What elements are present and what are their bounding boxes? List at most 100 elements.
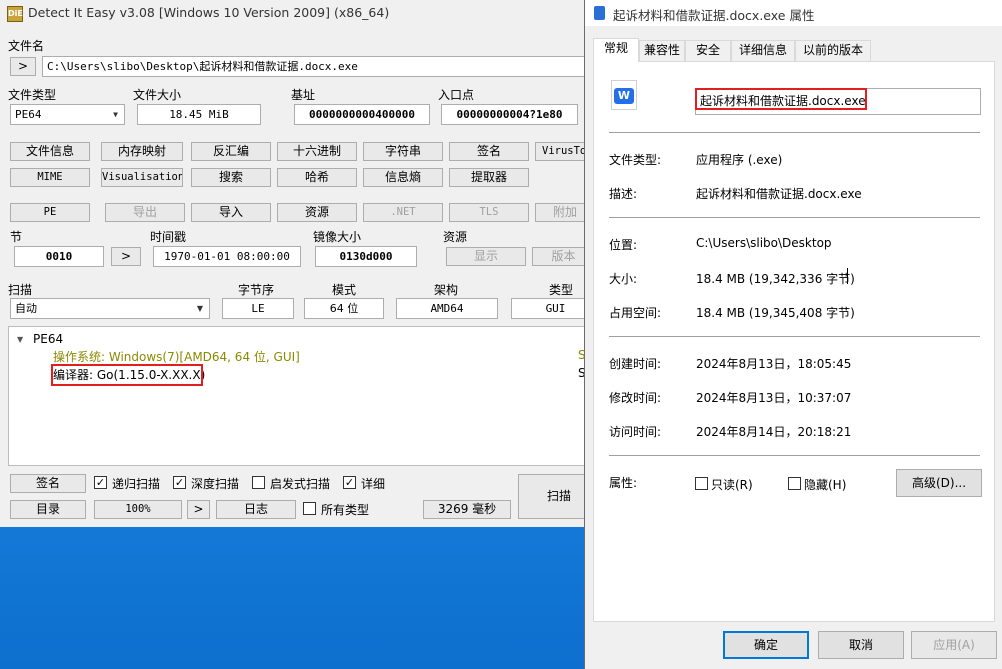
modified-value: 2024年8月13日，10:37:07 <box>696 391 852 405</box>
signature-button[interactable]: 签名 <box>10 474 86 493</box>
zoom-arrow-button[interactable]: > <box>187 500 210 519</box>
separator <box>609 455 980 456</box>
endian-field: LE <box>222 298 294 319</box>
document-icon <box>594 6 605 20</box>
hash-button[interactable]: 哈希 <box>277 168 357 187</box>
heuristic-scan-label: 启发式扫描 <box>270 477 331 491</box>
readonly-checkbox[interactable] <box>695 477 708 490</box>
file-name-label: 文件名 <box>8 39 45 53</box>
dotnet-button[interactable]: .NET <box>363 203 443 222</box>
die-titlebar: DiE Detect It Easy v3.08 [Windows 10 Ver… <box>0 0 600 26</box>
general-tab-panel: W 起诉材料和借款证据.docx.exe 文件类型: 应用程序 (.exe) 描… <box>593 61 995 622</box>
heuristic-scan-checkbox[interactable] <box>252 476 265 489</box>
description-value: 起诉材料和借款证据.docx.exe <box>696 187 862 201</box>
verbose-checkbox[interactable]: ✓ <box>343 476 356 489</box>
base-label: 基址 <box>291 88 316 102</box>
accessed-label: 访问时间: <box>609 425 662 439</box>
tls-button[interactable]: TLS <box>449 203 529 222</box>
hidden-label: 隐藏(H) <box>804 478 847 492</box>
recursive-scan-checkbox[interactable]: ✓ <box>94 476 107 489</box>
signature-tab-button[interactable]: 签名 <box>449 142 529 161</box>
search-button[interactable]: 搜索 <box>191 168 271 187</box>
extractor-button[interactable]: 提取器 <box>449 168 529 187</box>
tree-root[interactable]: PE64 <box>33 332 63 346</box>
resources-button[interactable]: 资源 <box>277 203 357 222</box>
base-address-field[interactable]: 0000000000400000 <box>294 104 430 125</box>
strings-button[interactable]: 字符串 <box>363 142 443 161</box>
log-button[interactable]: 日志 <box>216 500 296 519</box>
scan-mode-value: 自动 <box>15 302 37 315</box>
scan-mode-select[interactable]: 自动 ▼ <box>10 298 210 319</box>
chevron-down-icon: ▼ <box>196 304 203 313</box>
compiler-highlight-box <box>51 364 203 386</box>
mode-field: 64 位 <box>304 298 384 319</box>
file-type-row-label: 文件类型: <box>609 153 662 167</box>
file-info-button[interactable]: 文件信息 <box>10 142 90 161</box>
section-label: 节 <box>10 230 23 244</box>
text-cursor <box>847 268 848 284</box>
disassembly-button[interactable]: 反汇编 <box>191 142 271 161</box>
hidden-checkbox[interactable] <box>788 477 801 490</box>
section-arrow-button[interactable]: > <box>111 247 141 266</box>
location-value: C:\Users\slibo\Desktop <box>696 236 832 250</box>
entry-point-field[interactable]: 00000000004?1e80 <box>441 104 578 125</box>
disk-size-value: 18.4 MB (19,345,408 字节) <box>696 306 855 320</box>
tab-general[interactable]: 常规 <box>593 38 639 62</box>
memory-map-button[interactable]: 内存映射 <box>101 142 183 161</box>
separator <box>609 132 980 133</box>
tree-os-entry[interactable]: 操作系统: Windows(7)[AMD64, 64 位, GUI] <box>53 348 300 365</box>
attributes-label: 属性: <box>609 476 638 490</box>
verbose-label: 详细 <box>361 477 386 491</box>
properties-titlebar: 起诉材料和借款证据.docx.exe 属性 <box>585 0 1002 26</box>
tab-previous-versions[interactable]: 以前的版本 <box>795 40 871 61</box>
all-types-checkbox[interactable] <box>303 502 316 515</box>
directory-button[interactable]: 目录 <box>10 500 86 519</box>
accessed-value: 2024年8月14日，20:18:21 <box>696 425 852 439</box>
modified-label: 修改时间: <box>609 391 662 405</box>
chevron-down-icon: ▼ <box>113 110 118 119</box>
cancel-button[interactable]: 取消 <box>818 631 904 659</box>
resources-label: 资源 <box>443 230 468 244</box>
properties-title: 起诉材料和借款证据.docx.exe 属性 <box>613 8 815 23</box>
pe-button[interactable]: PE <box>10 203 90 222</box>
created-value: 2024年8月13日，18:05:45 <box>696 357 852 371</box>
file-type-row-value: 应用程序 (.exe) <box>696 153 783 167</box>
ok-button[interactable]: 确定 <box>723 631 809 659</box>
all-types-label: 所有类型 <box>321 503 370 517</box>
export-button[interactable]: 导出 <box>105 203 185 222</box>
deep-scan-checkbox[interactable]: ✓ <box>173 476 186 489</box>
section-count-field: 0010 <box>14 246 104 267</box>
type-label: 类型 <box>549 283 574 297</box>
advanced-button[interactable]: 高级(D)... <box>896 469 982 497</box>
file-type-select[interactable]: PE64 ▼ <box>10 104 125 125</box>
disk-size-label: 占用空间: <box>609 306 662 320</box>
hex-button[interactable]: 十六进制 <box>277 142 357 161</box>
zoom-field[interactable]: 100% <box>94 500 182 519</box>
import-button[interactable]: 导入 <box>191 203 271 222</box>
arch-label: 架构 <box>434 283 459 297</box>
file-size-field: 18.45 MiB <box>137 104 261 125</box>
entropy-button[interactable]: 信息熵 <box>363 168 443 187</box>
entry-point-label: 入口点 <box>438 88 475 102</box>
mime-button[interactable]: MIME <box>10 168 90 187</box>
visualisation-button[interactable]: Visualisation <box>101 168 183 187</box>
wps-icon-letter: W <box>614 88 634 104</box>
size-value: 18.4 MB (19,342,336 字节) <box>696 272 855 286</box>
image-size-label: 镜像大小 <box>313 230 362 244</box>
file-path-field[interactable]: C:\Users\slibo\Desktop\起诉材料和借款证据.docx.ex… <box>42 56 592 77</box>
scan-result-tree[interactable]: ▼ PE64 操作系统: Windows(7)[AMD64, 64 位, GUI… <box>8 326 600 466</box>
die-window: DiE Detect It Easy v3.08 [Windows 10 Ver… <box>0 0 601 527</box>
created-label: 创建时间: <box>609 357 662 371</box>
readonly-label: 只读(R) <box>711 478 753 492</box>
tab-compatibility[interactable]: 兼容性 <box>639 40 685 61</box>
wps-file-icon: W <box>611 80 637 110</box>
recursive-scan-label: 递归扫描 <box>112 477 161 491</box>
tab-security[interactable]: 安全 <box>685 40 731 61</box>
browse-button[interactable]: > <box>10 57 36 76</box>
file-size-label: 文件大小 <box>133 88 182 102</box>
tree-expand-icon[interactable]: ▼ <box>17 335 23 344</box>
tab-details[interactable]: 详细信息 <box>731 40 795 61</box>
endian-label: 字节序 <box>238 283 275 297</box>
apply-button[interactable]: 应用(A) <box>911 631 997 659</box>
resources-show-button[interactable]: 显示 <box>446 247 526 266</box>
